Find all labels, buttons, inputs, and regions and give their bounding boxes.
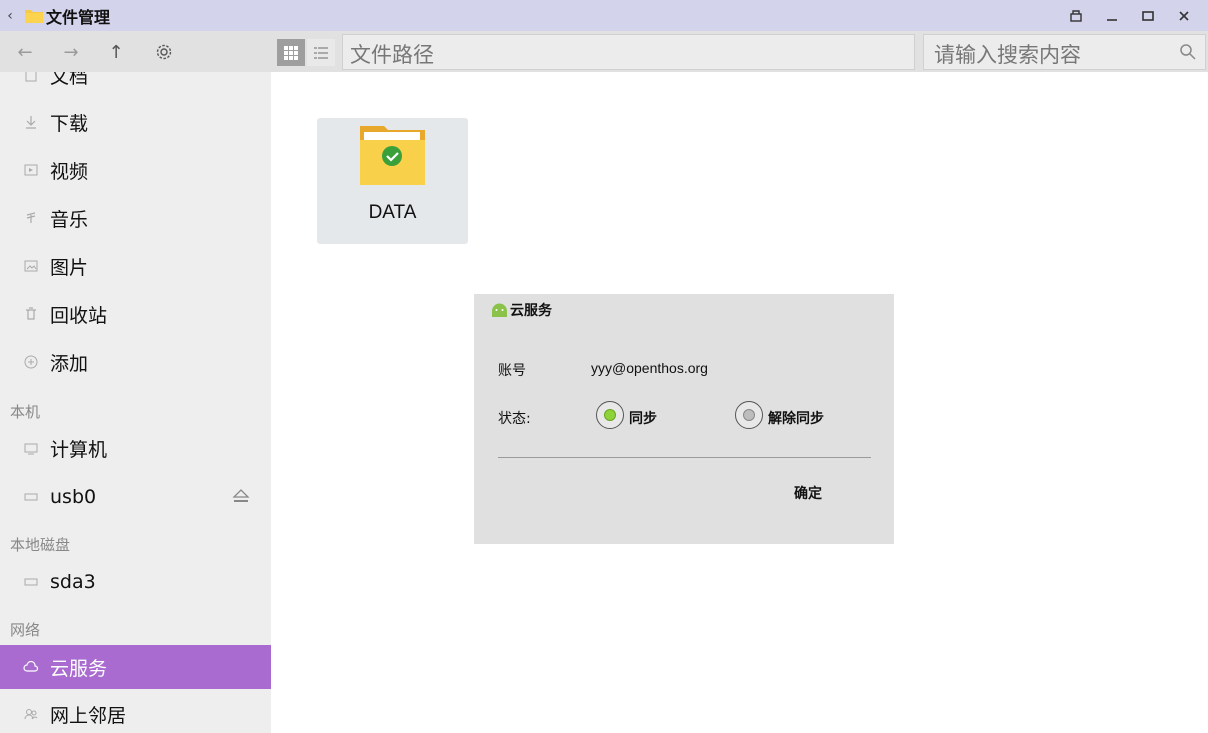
sidebar-item-label: 计算机 [50,438,108,461]
sidebar-item-network-neighborhood[interactable]: 网上邻居 [0,692,271,733]
sidebar-item-label: 回收站 [50,304,108,327]
sidebar-item-pictures[interactable]: 图片 [0,244,271,288]
synced-folder-icon [359,124,426,190]
sidebar-item-cloud-service[interactable]: 云服务 [0,645,271,689]
close-icon[interactable] [1166,0,1202,31]
minimize-icon[interactable] [1094,0,1130,31]
up-arrow-icon[interactable]: ↑ [103,39,129,65]
ok-button[interactable]: 确定 [794,483,822,503]
account-label: 账号 [498,363,526,379]
forward-arrow-icon[interactable]: → [58,39,84,65]
sidebar-item-trash[interactable]: 回收站 [0,292,271,336]
radio-unsync-label[interactable]: 解除同步 [768,408,824,428]
download-icon [22,113,40,131]
sidebar-item-label: 网上邻居 [50,704,127,727]
radio-unsync[interactable] [735,401,763,429]
sidebar-item-label: usb0 [50,486,97,508]
document-icon [22,72,40,84]
trash-icon [22,305,40,323]
image-icon [22,257,40,275]
back-arrow-icon[interactable]: ← [12,39,38,65]
folder-name: DATA [368,202,417,223]
sidebar-item-sda3[interactable]: sda3 [0,560,271,604]
rotate-window-icon[interactable] [1058,0,1094,31]
sidebar-item-music[interactable]: 音乐 [0,196,271,240]
sidebar-item-label: 添加 [50,352,89,375]
video-icon [22,161,40,179]
section-header-local: 本机 [10,403,41,421]
account-value: yyy@openthos.org [591,360,708,376]
sidebar-item-add[interactable]: 添加 [0,340,271,384]
network-icon [22,705,40,723]
settings-gear-icon[interactable] [151,39,177,65]
path-input[interactable]: 文件路径 [342,34,915,70]
sidebar-item-label: 图片 [50,256,89,279]
music-icon [22,209,40,227]
radio-sync-label[interactable]: 同步 [629,408,657,428]
maximize-icon[interactable] [1130,0,1166,31]
cloud-service-dialog: 云服务 账号 yyy@openthos.org 状态: 同步 解除同步 确定 [474,294,894,544]
sidebar-item-label: 文档 [50,72,89,88]
radio-unselected-dot [743,409,755,421]
back-chevron-icon[interactable]: ‹ [0,8,20,24]
list-view-icon[interactable] [307,39,335,66]
drive-icon [22,573,40,591]
status-label: 状态: [498,411,531,427]
folder-item-data[interactable]: DATA [317,118,468,244]
section-header-network: 网络 [10,621,41,639]
window-title: 文件管理 [46,7,111,27]
eject-icon[interactable] [231,487,251,509]
divider [498,457,871,458]
dialog-title: 云服务 [491,300,552,320]
sidebar-item-label: 视频 [50,160,89,183]
sidebar-item-label: 音乐 [50,208,89,231]
sidebar-item-documents[interactable]: 文档 [0,72,271,97]
cloud-icon [22,658,40,676]
sidebar-item-downloads[interactable]: 下载 [0,100,271,144]
radio-selected-dot [604,409,616,421]
grid-view-icon[interactable] [277,39,305,66]
sidebar-item-label: sda3 [50,571,96,593]
sidebar: 文档 下载 视频 音乐 图片 回收站 添加 本机 计算机 usb0 本地磁盘 s… [0,72,271,733]
sidebar-item-label: 下载 [50,112,89,135]
section-header-local-disk: 本地磁盘 [10,536,71,554]
android-icon [491,302,508,318]
radio-sync[interactable] [596,401,624,429]
sidebar-item-label: 云服务 [50,657,108,680]
computer-icon [22,439,40,457]
folder-app-icon [24,8,44,24]
search-input[interactable]: 请输入搜索内容 [923,34,1206,70]
sidebar-item-usb0[interactable]: usb0 [0,475,271,519]
sidebar-item-videos[interactable]: 视频 [0,148,271,192]
search-icon[interactable] [1178,42,1198,62]
title-bar: ‹ 文件管理 [0,0,1208,31]
sidebar-item-computer[interactable]: 计算机 [0,426,271,470]
drive-icon [22,488,40,506]
add-icon [22,353,40,371]
